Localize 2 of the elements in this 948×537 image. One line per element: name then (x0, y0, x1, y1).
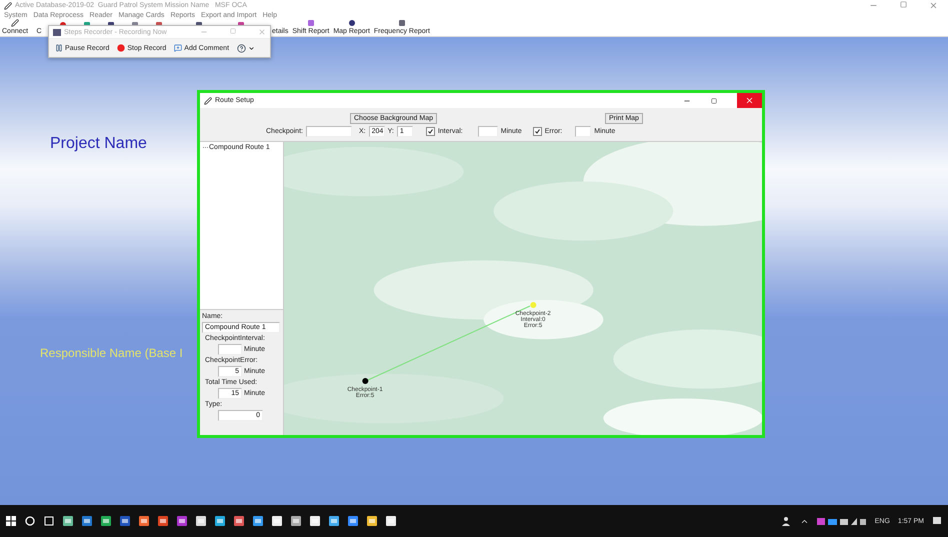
responsible-name: Responsible Name (Base I (40, 346, 183, 360)
project-name: Project Name (50, 135, 147, 153)
